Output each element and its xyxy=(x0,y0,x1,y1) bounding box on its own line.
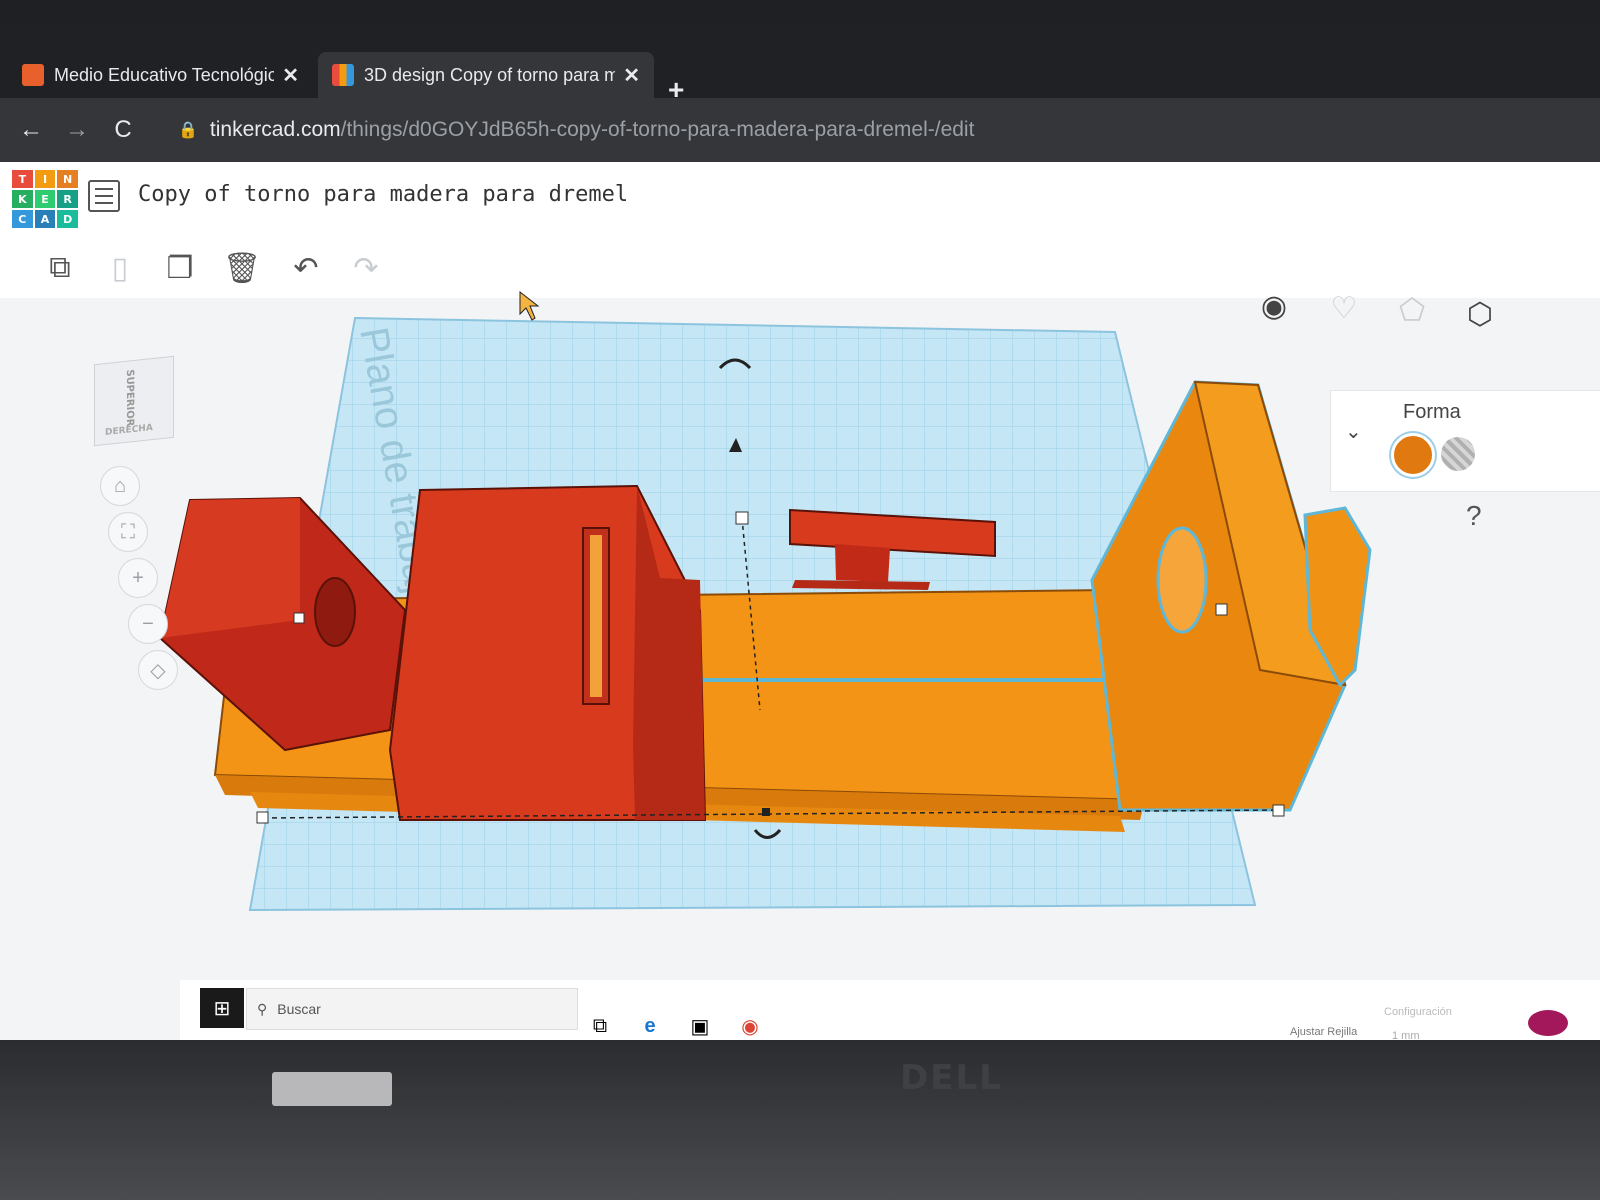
windows-start-icon[interactable]: ⊞ xyxy=(200,988,244,1028)
workspace-canvas[interactable]: Plano de trabajo xyxy=(0,30,1600,1040)
view-cube-front[interactable]: DERECHA xyxy=(105,423,153,438)
edge-icon[interactable]: e xyxy=(628,1006,672,1040)
notes-icon[interactable]: ◉ xyxy=(1252,284,1296,328)
hole-button[interactable] xyxy=(1441,437,1475,471)
search-placeholder: Buscar xyxy=(277,1001,321,1017)
laptop-hinge xyxy=(272,1072,392,1106)
zoom-out-icon[interactable]: − xyxy=(128,604,168,644)
mouse-cursor-icon xyxy=(519,290,540,321)
laptop-base xyxy=(0,1040,1600,1200)
screen: Medio Educativo Tecnológico pa ✕ 3D desi… xyxy=(0,30,1600,1040)
help-icon[interactable]: ? xyxy=(1466,500,1482,532)
assistant-icon[interactable] xyxy=(1528,1010,1568,1036)
taskbar-search[interactable]: ⚲ Buscar xyxy=(246,988,578,1030)
shape-inspector: Forma ⌄ xyxy=(1330,390,1600,492)
shape-outline-icon[interactable]: ⬠ xyxy=(1390,288,1434,332)
home-view-icon[interactable]: ⌂ xyxy=(100,466,140,506)
snap-grid-label: Ajustar Rejilla xyxy=(1290,1026,1358,1038)
search-icon: ⚲ xyxy=(257,1000,268,1017)
task-view-icon[interactable]: ⧉ xyxy=(578,1006,622,1040)
view-cube[interactable]: SUPERIOR DERECHA xyxy=(94,355,174,447)
shape-group-icon[interactable]: ⬡ xyxy=(1458,292,1502,336)
fit-view-icon[interactable]: ⛶ xyxy=(108,512,148,552)
zoom-in-icon[interactable]: + xyxy=(118,558,158,598)
solid-color-button[interactable] xyxy=(1391,433,1435,477)
config-label[interactable]: Configuración xyxy=(1384,1006,1452,1018)
snap-grid-value[interactable]: 1 mm xyxy=(1392,1030,1420,1040)
light-icon[interactable]: ♡ xyxy=(1322,286,1366,330)
perspective-icon[interactable]: ◇ xyxy=(138,650,178,690)
store-icon[interactable]: ▣ xyxy=(678,1006,722,1040)
view-cube-top[interactable]: SUPERIOR xyxy=(124,369,135,427)
red-carriage[interactable] xyxy=(388,484,707,821)
chrome-icon[interactable]: ◉ xyxy=(728,1006,772,1040)
chevron-down-icon[interactable]: ⌄ xyxy=(1345,419,1362,444)
shape-panel-title: Forma xyxy=(1403,401,1461,423)
dell-logo: DELL xyxy=(900,1058,1003,1098)
